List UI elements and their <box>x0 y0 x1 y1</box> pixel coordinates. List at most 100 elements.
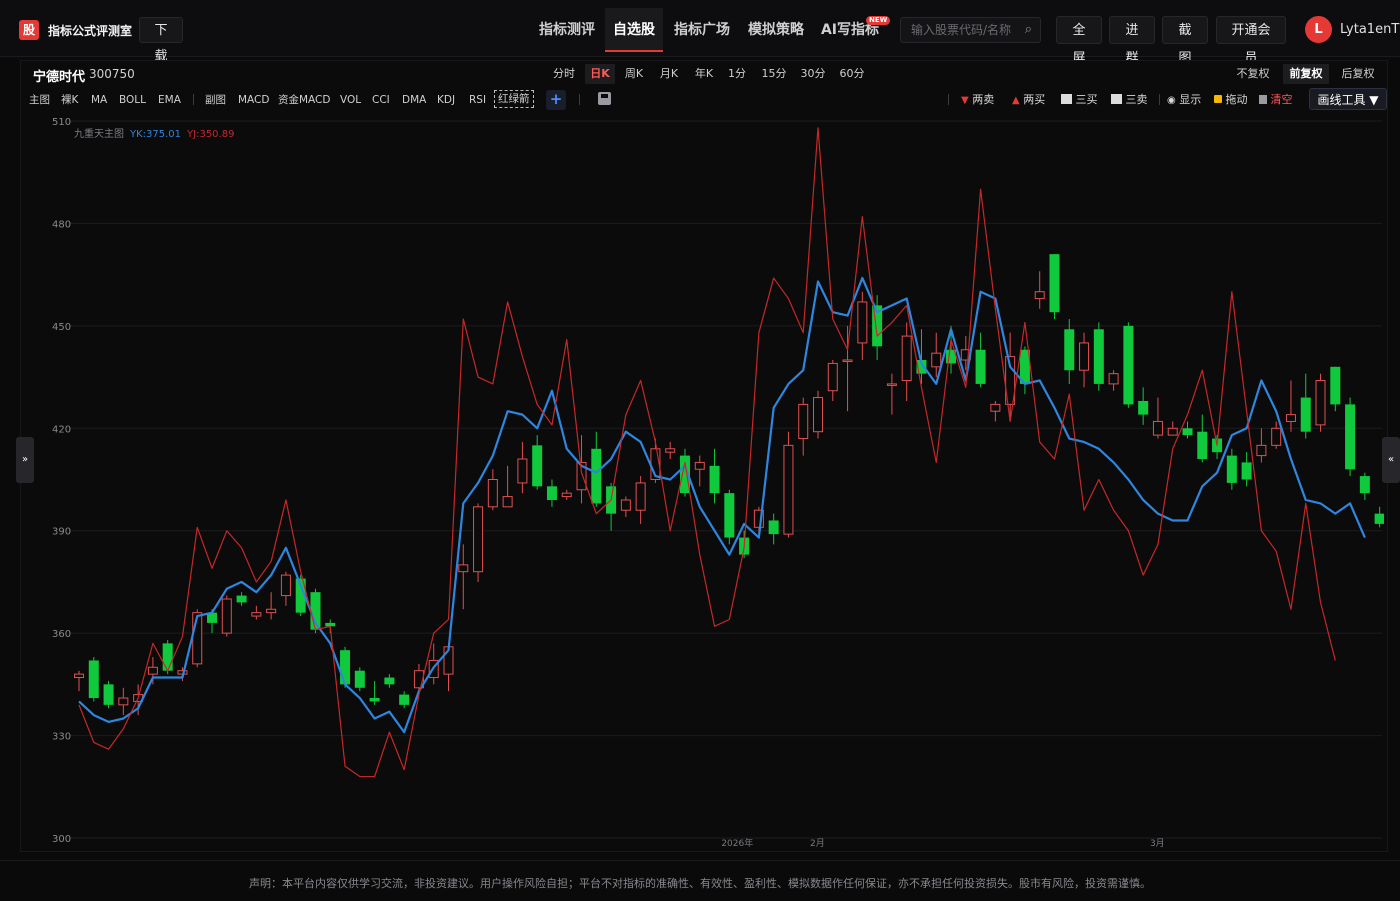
period-intraday[interactable]: 分时 <box>550 64 578 84</box>
period-daily[interactable]: 日K <box>585 64 615 84</box>
candle-body-down <box>1330 366 1341 405</box>
candle-body-down <box>1197 431 1208 460</box>
candle-body-up <box>783 444 794 535</box>
ind-dma[interactable]: DMA <box>402 92 426 108</box>
candle-body-up <box>251 612 262 617</box>
nav-tab-watchlist[interactable]: 自选股 <box>605 8 663 52</box>
candle-body-up <box>665 448 676 453</box>
adj-none[interactable]: 不复权 <box>1232 64 1274 84</box>
nav-tab-ai-indicator[interactable]: AI写指标 <box>816 8 884 52</box>
ind-macd[interactable]: MACD <box>238 92 269 108</box>
tool-two-sell[interactable]: ▼ 两卖 <box>961 92 994 108</box>
ind-ema[interactable]: EMA <box>158 92 181 108</box>
candle-body-up <box>635 482 646 511</box>
nav-tab-indicator-plaza[interactable]: 指标广场 <box>668 8 736 52</box>
legend-yj: YJ:350.89 <box>187 129 235 140</box>
candle-body-down <box>1345 404 1356 470</box>
adj-forward[interactable]: 前复权 <box>1283 64 1329 84</box>
adj-backward[interactable]: 后复权 <box>1337 64 1379 84</box>
ind-fund-macd[interactable]: 资金MACD <box>278 92 330 108</box>
period-monthly[interactable]: 月K <box>655 64 683 84</box>
x-tick-label: 3月 <box>1150 838 1165 849</box>
stock-name: 宁德时代 <box>33 70 86 85</box>
stock-search-input[interactable] <box>911 21 1017 39</box>
ind-sub-chart[interactable]: 副图 <box>205 92 226 108</box>
add-indicator-button[interactable]: + <box>546 90 566 110</box>
candle-body-up <box>1034 291 1045 300</box>
yj-line <box>78 127 1336 778</box>
tool-two-buy[interactable]: ▲ 两买 <box>1012 92 1045 108</box>
nav-tab-indicator-review[interactable]: 指标测评 <box>533 8 601 52</box>
tool-label: 显示 <box>1179 93 1202 106</box>
username[interactable]: Lyta1enT <box>1340 22 1399 37</box>
candle-body-up <box>886 383 897 386</box>
period-60min[interactable]: 60分 <box>836 64 868 84</box>
candle-body-down <box>340 650 351 685</box>
ind-rsi[interactable]: RSI <box>469 92 486 108</box>
period-15min[interactable]: 15分 <box>758 64 790 84</box>
candle-body-up <box>266 608 277 614</box>
candle-body-up <box>1315 379 1326 426</box>
candle-body-up <box>280 574 291 597</box>
candle-body-down <box>1123 325 1134 405</box>
candle-body-up <box>221 598 232 634</box>
kline-chart-svg[interactable]: 5104804504203903603303002026年2月3月4月 <box>22 112 1384 850</box>
trash-icon <box>1259 95 1267 104</box>
up-triangle-icon: ▲ <box>1012 95 1020 106</box>
toolbar-divider <box>1159 94 1160 105</box>
lock-icon <box>1214 95 1222 103</box>
candle-body-up <box>473 506 484 573</box>
stock-search[interactable]: ⌕ <box>900 17 1041 43</box>
candle-body-down <box>546 486 557 500</box>
ind-bare-k[interactable]: 裸K <box>61 92 78 108</box>
kline-chart[interactable]: 5104804504203903603303002026年2月3月4月 <box>22 112 1384 850</box>
avatar[interactable]: L <box>1305 16 1332 43</box>
period-weekly[interactable]: 周K <box>620 64 648 84</box>
candle-body-up <box>1271 427 1282 446</box>
tool-three-sell[interactable]: 三卖 <box>1111 92 1148 108</box>
ind-custom-red-green-arrow[interactable]: 红绿箭 <box>494 90 534 108</box>
ind-boll[interactable]: BOLL <box>119 92 146 108</box>
candle-body-down <box>1226 455 1237 483</box>
tool-clear[interactable]: 清空 <box>1259 92 1293 108</box>
period-30min[interactable]: 30分 <box>797 64 829 84</box>
tool-label: 三买 <box>1075 93 1098 106</box>
candle-body-down <box>768 520 779 535</box>
download-button[interactable]: 下载 <box>139 17 183 64</box>
y-tick-label: 420 <box>52 424 71 435</box>
ind-ma[interactable]: MA <box>91 92 107 108</box>
tool-label: 拖动 <box>1225 93 1248 106</box>
x-tick-label: 2026年 <box>721 837 753 849</box>
trend-up-icon <box>1061 94 1072 104</box>
period-1min[interactable]: 1分 <box>725 64 749 84</box>
membership-button[interactable]: 开通会员 <box>1216 16 1286 66</box>
candle-body-up <box>74 673 84 679</box>
candle-body-down <box>1241 462 1252 480</box>
ind-cci[interactable]: CCI <box>372 92 390 108</box>
tool-show[interactable]: ◉ 显示 <box>1167 92 1201 108</box>
tool-three-buy[interactable]: 三买 <box>1061 92 1098 108</box>
ind-kdj[interactable]: KDJ <box>437 92 455 108</box>
ind-main-chart[interactable]: 主图 <box>29 92 50 108</box>
candle-body-down <box>162 643 173 671</box>
drawing-tools-dropdown[interactable]: 画线工具 ▼ <box>1309 88 1387 110</box>
search-icon[interactable]: ⌕ <box>1025 22 1032 37</box>
candle-body-down <box>1138 400 1149 415</box>
tool-label: 两卖 <box>972 93 995 106</box>
join-group-button[interactable]: 进群 <box>1109 16 1155 66</box>
screenshot-button[interactable]: 截图 <box>1162 16 1208 66</box>
fullscreen-button[interactable]: 全屏 <box>1056 16 1102 66</box>
nav-tab-sim-strategy[interactable]: 模拟策略 <box>742 8 810 52</box>
save-icon[interactable] <box>598 92 611 105</box>
candle-body-up <box>561 492 572 498</box>
right-collapse-tab[interactable]: « <box>1382 437 1400 483</box>
candle-body-up <box>990 403 1001 412</box>
candle-body-up <box>620 499 631 511</box>
toolbar-divider <box>579 94 580 105</box>
candle-body-up <box>1256 444 1267 457</box>
tool-drag[interactable]: 拖动 <box>1214 92 1248 108</box>
ind-vol[interactable]: VOL <box>340 92 361 108</box>
candle-body-down <box>724 493 735 538</box>
period-yearly[interactable]: 年K <box>690 64 718 84</box>
toolbar-divider <box>948 94 949 105</box>
